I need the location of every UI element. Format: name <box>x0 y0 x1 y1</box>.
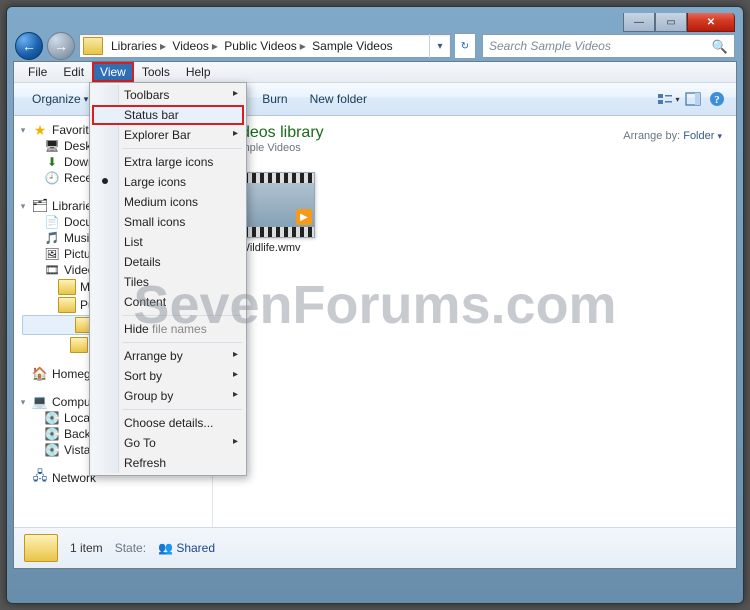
menu-item-choose-details[interactable]: Choose details... <box>92 413 244 433</box>
maximize-button[interactable]: ▭ <box>655 13 687 32</box>
menu-item-status-bar[interactable]: Status bar <box>92 105 244 125</box>
menu-item-small-icons[interactable]: Small icons <box>92 212 244 232</box>
address-row: ← → Libraries▸ Videos▸ Public Videos▸ Sa… <box>13 31 737 61</box>
menu-view[interactable]: View <box>92 62 134 82</box>
menu-item-content[interactable]: Content <box>92 292 244 312</box>
address-bar[interactable]: Libraries▸ Videos▸ Public Videos▸ Sample… <box>79 34 451 58</box>
folder-icon <box>58 279 76 295</box>
play-overlay-icon: ▶ <box>296 209 312 225</box>
folder-icon <box>70 337 88 353</box>
menu-item-tiles[interactable]: Tiles <box>92 272 244 292</box>
menu-file[interactable]: File <box>20 62 55 82</box>
breadcrumb[interactable]: Libraries▸ Videos▸ Public Videos▸ Sample… <box>107 39 397 53</box>
menu-item-medium-icons[interactable]: Medium icons <box>92 192 244 212</box>
download-icon <box>44 155 60 169</box>
menu-item-details[interactable]: Details <box>92 252 244 272</box>
folder-icon <box>83 37 103 55</box>
burn-button[interactable]: Burn <box>252 88 297 110</box>
disk-icon <box>44 443 60 457</box>
menu-item-large-icons[interactable]: Large icons <box>92 172 244 192</box>
organize-button[interactable]: Organize ▾ <box>22 88 98 110</box>
menu-item-arrange-by[interactable]: Arrange by▸ <box>92 346 244 366</box>
library-icon <box>32 199 48 213</box>
state-label: State: <box>115 541 146 555</box>
search-input[interactable]: Search Sample Videos 🔍 <box>482 34 735 58</box>
network-icon <box>32 471 48 485</box>
folder-icon <box>58 297 76 313</box>
menu-item-explorer-bar[interactable]: Explorer Bar▸ <box>92 125 244 145</box>
state-value: 👥 Shared <box>158 541 215 555</box>
content-pane: Videos library Sample Videos Arrange by:… <box>213 116 736 527</box>
menu-item-list[interactable]: List <box>92 232 244 252</box>
disk-icon <box>44 427 60 441</box>
title-bar: — ▭ ✕ <box>13 13 737 31</box>
refresh-button[interactable]: ↻ <box>455 33 476 59</box>
music-icon <box>44 231 60 245</box>
menu-item-sort-by[interactable]: Sort by▸ <box>92 366 244 386</box>
client-area: File Edit View Tools Help Toolbars▸ Stat… <box>13 61 737 569</box>
star-icon <box>32 123 48 137</box>
disk-icon <box>44 411 60 425</box>
arrange-by-control[interactable]: Arrange by: Folder ▾ <box>623 124 722 142</box>
preview-pane-button[interactable] <box>682 88 704 110</box>
recent-icon <box>44 171 60 185</box>
menu-item-toolbars[interactable]: Toolbars▸ <box>92 85 244 105</box>
nav-back-button[interactable]: ← <box>15 32 43 60</box>
menu-edit[interactable]: Edit <box>55 62 92 82</box>
view-menu-dropdown: Toolbars▸ Status bar Explorer Bar▸ Extra… <box>89 82 247 476</box>
search-placeholder: Search Sample Videos <box>489 39 611 53</box>
nav-forward-button[interactable]: → <box>47 32 75 60</box>
menu-item-group-by[interactable]: Group by▸ <box>92 386 244 406</box>
menu-bar: File Edit View Tools Help <box>14 62 736 83</box>
menu-help[interactable]: Help <box>178 62 219 82</box>
desktop-icon <box>44 139 60 153</box>
document-icon <box>44 215 60 229</box>
menu-item-hide-file-names[interactable]: Hide file names <box>92 319 244 339</box>
item-count: 1 item <box>70 541 103 555</box>
radio-selected-icon <box>102 178 108 184</box>
view-options-button[interactable]: ▾ <box>658 88 680 110</box>
explorer-window: — ▭ ✕ ← → Libraries▸ Videos▸ Public Vide… <box>6 6 744 604</box>
video-icon <box>44 263 60 277</box>
details-pane: 1 item State: 👥 Shared <box>14 527 736 568</box>
address-dropdown-button[interactable]: ▾ <box>429 34 450 58</box>
menu-tools[interactable]: Tools <box>134 62 178 82</box>
menu-item-refresh[interactable]: Refresh <box>92 453 244 473</box>
computer-icon <box>32 395 48 409</box>
search-icon: 🔍 <box>712 39 728 55</box>
menu-item-extra-large-icons[interactable]: Extra large icons <box>92 152 244 172</box>
new-folder-button[interactable]: New folder <box>300 88 377 110</box>
close-button[interactable]: ✕ <box>687 13 735 32</box>
minimize-button[interactable]: — <box>623 13 655 32</box>
picture-icon <box>44 247 60 261</box>
folder-icon <box>24 534 58 562</box>
home-icon <box>32 367 48 381</box>
svg-text:?: ? <box>714 94 720 106</box>
menu-item-go-to[interactable]: Go To▸ <box>92 433 244 453</box>
help-button[interactable]: ? <box>706 88 728 110</box>
